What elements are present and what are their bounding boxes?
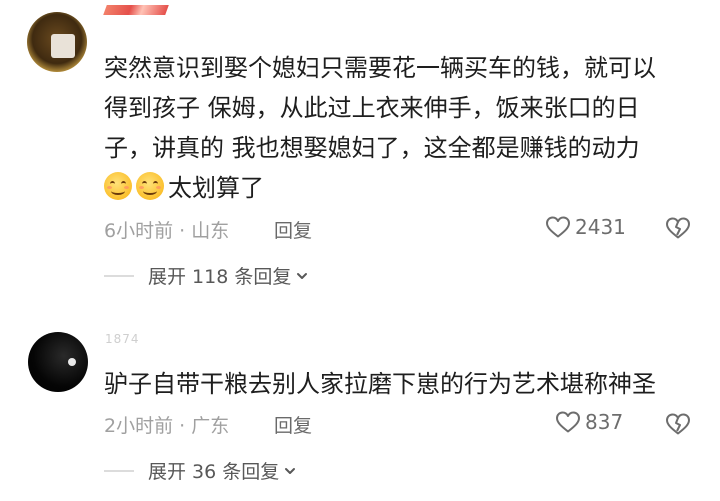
divider-line (104, 469, 134, 472)
broken-heart-icon[interactable] (665, 216, 691, 240)
chevron-down-icon (297, 272, 308, 279)
expand-replies-button[interactable]: 展开 36 条回复 (104, 457, 297, 484)
expand-replies-button[interactable]: 展开 118 条回复 (104, 262, 309, 289)
username[interactable]: 1874 (105, 332, 140, 346)
like-button[interactable]: 837 (555, 410, 623, 434)
expand-replies-label: 展开 36 条回复 (148, 461, 280, 483)
comment-item: 突然意识到娶个媳妇只需要花一辆买车的钱，就可以 得到孩子 保姆，从此过上衣来伸手… (0, 0, 720, 312)
comment-text-line: 得到孩子 保姆，从此过上衣来伸手，饭来张口的日 (104, 94, 640, 122)
comment-item: 1874 驴子自带干粮去别人家拉磨下崽的行为艺术堪称神圣 2小时前 · 广东 回… (0, 312, 720, 501)
expand-replies-label: 展开 118 条回复 (148, 266, 292, 288)
comment-text-line: 子，讲真的 我也想娶媳妇了，这全都是赚钱的动力 (104, 134, 640, 162)
reply-button[interactable]: 回复 (274, 216, 312, 243)
smile-emoji (104, 172, 132, 200)
chevron-down-icon (285, 467, 296, 474)
comment-tail-text: 太划算了 (168, 174, 264, 202)
smile-emoji (136, 172, 164, 200)
avatar[interactable] (28, 332, 88, 392)
comment-text: 驴子自带干粮去别人家拉磨下崽的行为艺术堪称神圣 (104, 364, 704, 404)
comment-text-line: 突然意识到娶个媳妇只需要花一辆买车的钱，就可以 (104, 54, 656, 82)
like-count: 837 (585, 410, 624, 434)
avatar-highlight (68, 358, 76, 366)
broken-heart-icon[interactable] (665, 412, 691, 436)
heart-outline-icon (546, 216, 570, 238)
comment-text: 突然意识到娶个媳妇只需要花一辆买车的钱，就可以 得到孩子 保姆，从此过上衣来伸手… (104, 48, 704, 208)
like-button[interactable]: 2431 (545, 215, 626, 239)
avatar-blur-overlay (51, 34, 75, 58)
comment-meta: 2小时前 · 广东 (104, 415, 230, 437)
divider-line (104, 274, 134, 277)
comment-meta: 6小时前 · 山东 (104, 220, 230, 242)
comment-text-line: 太划算了 (104, 168, 704, 208)
username[interactable] (103, 4, 169, 19)
like-count: 2431 (575, 215, 626, 239)
comment-text-line: 驴子自带干粮去别人家拉磨下崽的行为艺术堪称神圣 (104, 370, 656, 398)
heart-outline-icon (556, 411, 580, 433)
avatar[interactable] (27, 12, 87, 72)
username-redacted (103, 5, 169, 15)
reply-button[interactable]: 回复 (274, 411, 312, 438)
